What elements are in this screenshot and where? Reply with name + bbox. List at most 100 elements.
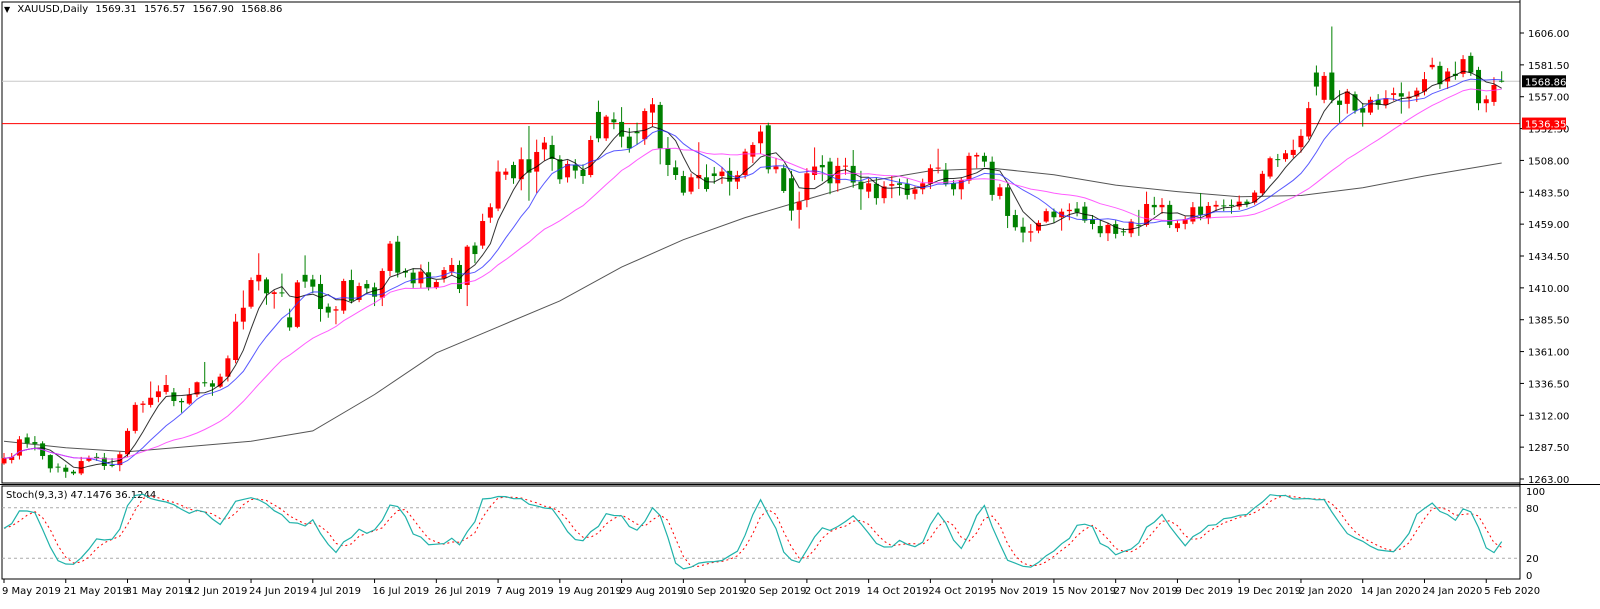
- candle-body: [55, 466, 61, 468]
- price-chart[interactable]: 1606.001581.501557.001532.501508.001483.…: [0, 0, 1600, 609]
- candle-body: [1283, 153, 1289, 160]
- x-tick-label: 9 May 2019: [2, 586, 61, 597]
- candle-body: [588, 140, 594, 175]
- candle-body: [541, 142, 547, 150]
- x-tick-label: 12 Jun 2019: [187, 586, 247, 597]
- candle-body: [796, 201, 802, 210]
- candle-body: [78, 461, 84, 474]
- candle-bearish: [1198, 192, 1204, 221]
- candle-body: [981, 155, 987, 162]
- candle-bearish: [395, 235, 401, 278]
- candle-bullish: [750, 142, 756, 164]
- candle-bearish: [55, 463, 61, 473]
- x-tick-label: 15 Nov 2019: [1052, 586, 1116, 597]
- candle-bearish: [179, 398, 185, 413]
- candle-body: [109, 464, 115, 466]
- candle-body: [287, 317, 293, 328]
- candle-body: [202, 382, 208, 384]
- candle-bearish: [611, 112, 617, 130]
- candle-bullish: [889, 176, 895, 199]
- x-tick-label: 31 May 2019: [126, 586, 191, 597]
- candle-body: [804, 173, 810, 200]
- candle-bearish: [318, 274, 324, 322]
- candle-bearish: [873, 177, 879, 205]
- resistance-line-price-label: 1536.35: [1525, 120, 1566, 131]
- candle-bullish: [140, 400, 146, 413]
- candle-body: [1120, 231, 1126, 233]
- candle-body: [1190, 207, 1196, 222]
- x-tick-label: 29 Aug 2019: [620, 586, 684, 597]
- candle-body: [325, 306, 331, 313]
- candle-bullish: [240, 290, 246, 330]
- x-tick-label: 26 Jul 2019: [434, 586, 491, 597]
- candle-bullish: [588, 135, 594, 178]
- candle-bearish: [704, 164, 710, 192]
- candle-body: [186, 394, 192, 404]
- candle-body: [70, 471, 76, 474]
- candle-bullish: [842, 157, 848, 175]
- candle-bullish: [233, 313, 239, 364]
- candle-body: [765, 125, 771, 170]
- candle-body: [1445, 71, 1451, 82]
- candle-bullish: [696, 142, 702, 190]
- candle-body: [310, 279, 316, 287]
- candle-body: [487, 207, 493, 218]
- candle-body: [1066, 209, 1072, 212]
- stoch-axis-label: 80: [1526, 504, 1539, 515]
- x-tick-label: 14 Jan 2020: [1361, 586, 1421, 597]
- candle-body: [966, 155, 972, 181]
- candle-body: [704, 177, 710, 190]
- candle-body: [32, 442, 38, 444]
- candle-body: [364, 283, 370, 289]
- main-panel-frame: [1, 1, 1521, 484]
- stoch-axis-label: 0: [1526, 571, 1532, 582]
- candle-body: [642, 111, 648, 140]
- candle-body: [711, 173, 717, 177]
- candle-body: [595, 111, 601, 139]
- candle-body: [897, 183, 903, 185]
- candle-bullish: [881, 181, 887, 204]
- y-tick-label: 1385.50: [1528, 316, 1569, 327]
- candle-bullish: [495, 160, 501, 212]
- candle-body: [611, 119, 617, 123]
- candle-bearish: [472, 242, 478, 264]
- candle-bearish: [1005, 183, 1011, 229]
- candle-body: [333, 309, 339, 311]
- candle-body: [140, 403, 146, 405]
- candle-body: [1174, 223, 1180, 229]
- x-tick-label: 19 Dec 2019: [1237, 586, 1301, 597]
- candle-body: [148, 397, 154, 405]
- y-tick-label: 1581.50: [1528, 61, 1569, 72]
- candle-bearish: [1167, 200, 1173, 229]
- x-tick-label: 5 Feb 2020: [1484, 586, 1540, 597]
- candle-bullish: [796, 191, 802, 229]
- candle-bullish: [1174, 220, 1180, 232]
- candle-body: [271, 292, 277, 294]
- candle-body: [1074, 208, 1080, 213]
- candle-body: [1321, 75, 1327, 100]
- candle-bearish: [325, 303, 331, 318]
- candle-body: [626, 136, 632, 149]
- candle-body: [1491, 85, 1497, 102]
- candle-body: [503, 171, 509, 175]
- candle-body: [1298, 135, 1304, 148]
- candle-bearish: [619, 107, 625, 148]
- candle-body: [997, 187, 1003, 196]
- candle-body: [1012, 215, 1018, 228]
- candle-body: [263, 279, 269, 294]
- y-tick-label: 1606.00: [1528, 29, 1569, 40]
- candle-bearish: [171, 387, 177, 407]
- candle-bearish: [1074, 202, 1080, 217]
- y-tick-label: 1312.00: [1528, 411, 1569, 422]
- candle-bullish: [1105, 222, 1111, 242]
- candle-bullish: [163, 374, 169, 395]
- candle-bullish: [155, 385, 161, 403]
- candle-body: [1290, 149, 1296, 155]
- candle-body: [480, 221, 486, 246]
- candle-bearish: [279, 273, 285, 297]
- candle-body: [1267, 158, 1273, 177]
- candle-bullish: [1028, 224, 1034, 242]
- candle-body: [781, 168, 787, 191]
- x-tick-label: 2 Oct 2019: [805, 586, 860, 597]
- candle-body: [240, 307, 246, 322]
